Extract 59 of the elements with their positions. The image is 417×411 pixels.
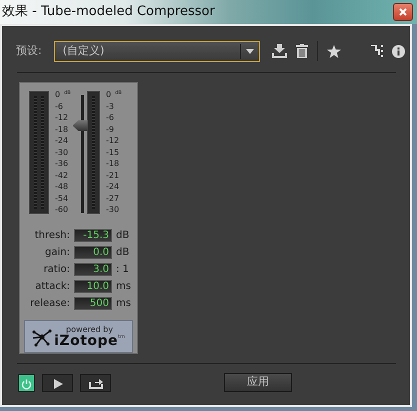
download-icon[interactable] [272, 44, 287, 58]
scale-label: 0 [106, 91, 112, 99]
play-button[interactable] [42, 374, 73, 392]
scale-label: -18 [55, 126, 68, 134]
logo-tagline: powered by [66, 326, 113, 334]
dropdown-caret-icon [246, 48, 254, 54]
scale-label: -30 [106, 206, 120, 214]
scale-label: -60 [55, 206, 68, 214]
close-icon [399, 8, 407, 16]
param-unit: dB [116, 229, 130, 244]
scale-label: -15 [106, 148, 120, 156]
info-icon[interactable] [392, 44, 405, 58]
power-toggle-button[interactable] [18, 374, 35, 392]
param-label: thresh: [34, 229, 70, 244]
trash-icon[interactable] [296, 44, 308, 58]
scale-label: -54 [55, 194, 68, 202]
logo-wordmark: iZotope [54, 334, 118, 348]
scale-label: -6 [106, 114, 114, 122]
scale-label: -18 [106, 160, 120, 168]
power-icon [21, 378, 32, 390]
loop-icon [88, 379, 102, 390]
param-label: ratio: [42, 263, 70, 278]
param-unit: : 1 [116, 263, 129, 278]
threshold-slider-thumb[interactable] [72, 120, 88, 132]
scale-label: -6 [55, 102, 63, 110]
param-label: release: [29, 297, 70, 312]
param-label: attack: [34, 280, 70, 294]
apply-button[interactable]: 应用 [224, 373, 292, 392]
loop-button[interactable] [80, 374, 111, 392]
scale-label: -12 [55, 114, 68, 122]
scale-label: -30 [55, 148, 68, 156]
param-label: gain: [44, 246, 70, 260]
scale-label: -24 [106, 183, 120, 191]
preset-dropdown[interactable]: (自定义) [54, 40, 260, 62]
scale-label: -48 [55, 183, 68, 191]
param-value-field[interactable]: 3.0 [74, 263, 112, 276]
play-icon [52, 379, 62, 390]
param-value-field[interactable]: -15.3 [74, 229, 112, 242]
scale-label: -21 [106, 172, 120, 180]
param-unit: ms [116, 297, 131, 312]
scale-label: 0 [55, 91, 60, 99]
star-icon[interactable] [326, 44, 341, 58]
param-unit: ms [116, 280, 131, 294]
param-unit: dB [116, 246, 130, 260]
param-value-field[interactable]: 10.0 [74, 280, 112, 294]
window-title: 效果 - Tube-modeled Compressor [1, 3, 215, 22]
routing-icon[interactable] [370, 45, 383, 57]
scale-label: -27 [106, 194, 120, 202]
scale-label: -9 [106, 126, 114, 134]
preset-label: 预设: [16, 42, 42, 59]
close-button[interactable] [393, 3, 413, 21]
scale-label: -36 [55, 160, 68, 168]
scale-label: -24 [55, 137, 68, 145]
param-value-field[interactable]: 0.0 [74, 246, 112, 260]
scale-label: -12 [106, 137, 120, 145]
network-star-icon [32, 326, 52, 347]
scale-label: -3 [106, 102, 114, 110]
param-value-field[interactable]: 500 [74, 297, 112, 310]
scale-label: -42 [55, 172, 68, 180]
